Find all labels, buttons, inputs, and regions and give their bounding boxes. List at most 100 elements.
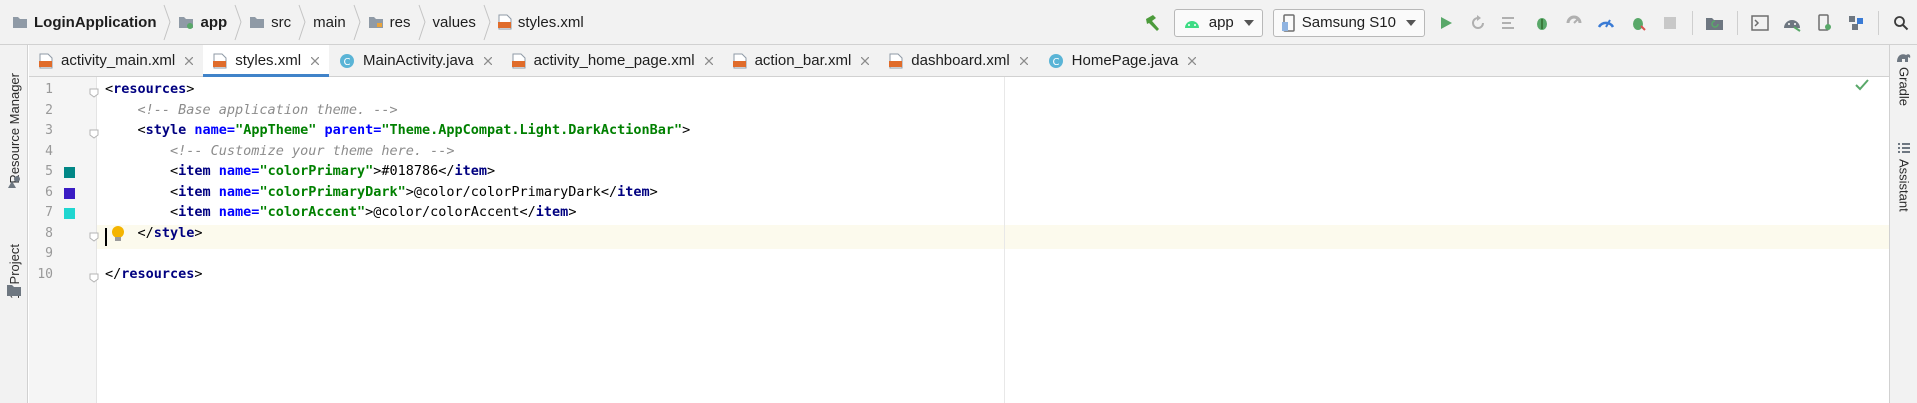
fold-marker-icon[interactable]: [89, 229, 99, 242]
code-token: name=: [218, 183, 260, 200]
code-token: >: [194, 224, 203, 241]
close-icon[interactable]: [704, 56, 713, 65]
search-icon[interactable]: [1885, 7, 1917, 39]
android-icon: [1183, 16, 1201, 30]
editor-tab[interactable]: C MainActivity.java: [329, 45, 502, 76]
breadcrumb-label: values: [432, 13, 476, 31]
xml-file-icon: [511, 53, 526, 69]
text-caret: [105, 228, 107, 246]
editor-tab[interactable]: dashboard.xml: [879, 45, 1037, 76]
code-token: <: [105, 81, 114, 97]
line-number: 10: [37, 266, 53, 282]
code-token: "colorPrimary": [259, 163, 374, 179]
xml-file-icon: [213, 53, 227, 69]
folder-icon: [6, 283, 22, 301]
breadcrumb-item-values[interactable]: values: [433, 0, 476, 44]
right-margin-guide: [1004, 77, 1005, 403]
rerun-icon[interactable]: [1462, 7, 1494, 39]
line-number: 3: [45, 123, 53, 138]
fold-marker-icon[interactable]: [89, 85, 99, 98]
close-icon[interactable]: [311, 56, 320, 65]
code-editor[interactable]: 1 2 3 4 5 6 7 8 9 10 <resources> <!-- Base applic…: [29, 77, 1889, 403]
breadcrumb-label: LoginApplication: [34, 13, 157, 31]
code-token: <: [105, 163, 179, 179]
line-number: 2: [45, 102, 53, 118]
project-tab[interactable]: 1: Project: [0, 221, 28, 321]
editor-tab[interactable]: action_bar.xml: [723, 45, 880, 76]
run-configuration-select[interactable]: app: [1173, 8, 1263, 37]
device-icon: [1281, 13, 1296, 32]
profile-icon[interactable]: [1558, 7, 1590, 39]
run-icon[interactable]: [1430, 7, 1462, 39]
editor-tab[interactable]: styles.xml: [203, 45, 330, 77]
code-token: >: [194, 265, 203, 282]
terminal-icon[interactable]: [1744, 7, 1776, 39]
code-token: name=: [218, 163, 260, 179]
line-number: 7: [45, 205, 53, 220]
breadcrumb-item-res[interactable]: res: [368, 0, 411, 44]
code-token: >: [186, 81, 195, 97]
fold-marker-icon[interactable]: [89, 126, 99, 139]
line-number: 4: [45, 143, 53, 159]
sync-gradle-icon[interactable]: [1699, 7, 1731, 39]
avd-manager-icon[interactable]: [1808, 7, 1840, 39]
editor-tab[interactable]: C HomePage.java: [1038, 45, 1207, 76]
close-icon[interactable]: [185, 56, 194, 65]
assistant-tab[interactable]: Assistant: [1890, 141, 1917, 212]
chevron-down-icon: [1243, 19, 1254, 26]
editor-tab-label: action_bar.xml: [754, 52, 852, 69]
breadcrumb-label: main: [313, 13, 346, 31]
hammer-icon[interactable]: [1137, 7, 1169, 39]
assistant-icon: [1897, 141, 1911, 155]
attach-debugger-icon[interactable]: [1622, 7, 1654, 39]
code-token: <: [105, 204, 179, 220]
inspection-ok-icon[interactable]: [1855, 78, 1869, 95]
gradle-icon: [1896, 51, 1912, 63]
sdk-manager-icon[interactable]: [1776, 7, 1808, 39]
code-token: >: [649, 183, 658, 200]
close-icon[interactable]: [1188, 56, 1197, 65]
close-icon[interactable]: [483, 56, 492, 65]
breadcrumb-item-main[interactable]: main: [313, 0, 346, 44]
line-number: 1: [45, 82, 53, 97]
right-tool-window-strip: Gradle Assistant: [1889, 45, 1917, 403]
project-structure-icon[interactable]: [1840, 7, 1872, 39]
breadcrumb-label: app: [200, 13, 228, 31]
gradle-label: Gradle: [1896, 67, 1912, 107]
editor-tab[interactable]: activity_main.xml: [29, 45, 203, 76]
breadcrumb-item-styles[interactable]: styles.xml: [497, 0, 584, 44]
lightbulb-icon[interactable]: [111, 225, 125, 247]
code-token: "colorAccent": [259, 204, 366, 220]
code-token: name=: [194, 122, 236, 138]
code-token: <: [105, 183, 179, 200]
coverage-icon[interactable]: [1494, 7, 1526, 39]
code-token: >@color/colorAccent</: [365, 204, 536, 220]
stop-icon[interactable]: [1654, 7, 1686, 39]
code-token: >: [568, 204, 577, 220]
apply-changes-icon[interactable]: [1590, 7, 1622, 39]
gradle-tab[interactable]: Gradle: [1890, 51, 1917, 106]
color-swatch[interactable]: [64, 167, 75, 178]
fold-marker-icon[interactable]: [89, 270, 99, 283]
device-select[interactable]: Samsung S10: [1272, 8, 1425, 37]
current-line-highlight: [29, 225, 1889, 249]
close-icon[interactable]: [1019, 56, 1028, 65]
breadcrumb-item-app[interactable]: app: [178, 0, 227, 44]
navigation-bar: LoginApplication app src main res values…: [0, 0, 1917, 45]
debug-icon[interactable]: [1526, 7, 1558, 39]
breadcrumb-item-src[interactable]: src: [249, 0, 291, 44]
editor-tab[interactable]: activity_home_page.xml: [502, 45, 723, 76]
editor-tab-label: styles.xml: [235, 52, 302, 69]
chevron-right-icon: [161, 0, 173, 45]
color-swatch[interactable]: [64, 208, 75, 219]
line-number: 8: [45, 225, 53, 241]
code-token: "Theme.AppCompat.Light.DarkActionBar": [381, 122, 683, 138]
toolbar-separator: [1737, 10, 1738, 35]
chevron-right-icon: [351, 0, 363, 45]
line-number: 6: [45, 184, 53, 200]
editor-tab-bar: activity_main.xml styles.xml C MainActivity…: [29, 45, 1889, 77]
breadcrumb-item-project[interactable]: LoginApplication: [12, 0, 156, 44]
assistant-label: Assistant: [1896, 159, 1912, 212]
color-swatch[interactable]: [64, 187, 75, 199]
close-icon[interactable]: [861, 56, 870, 65]
